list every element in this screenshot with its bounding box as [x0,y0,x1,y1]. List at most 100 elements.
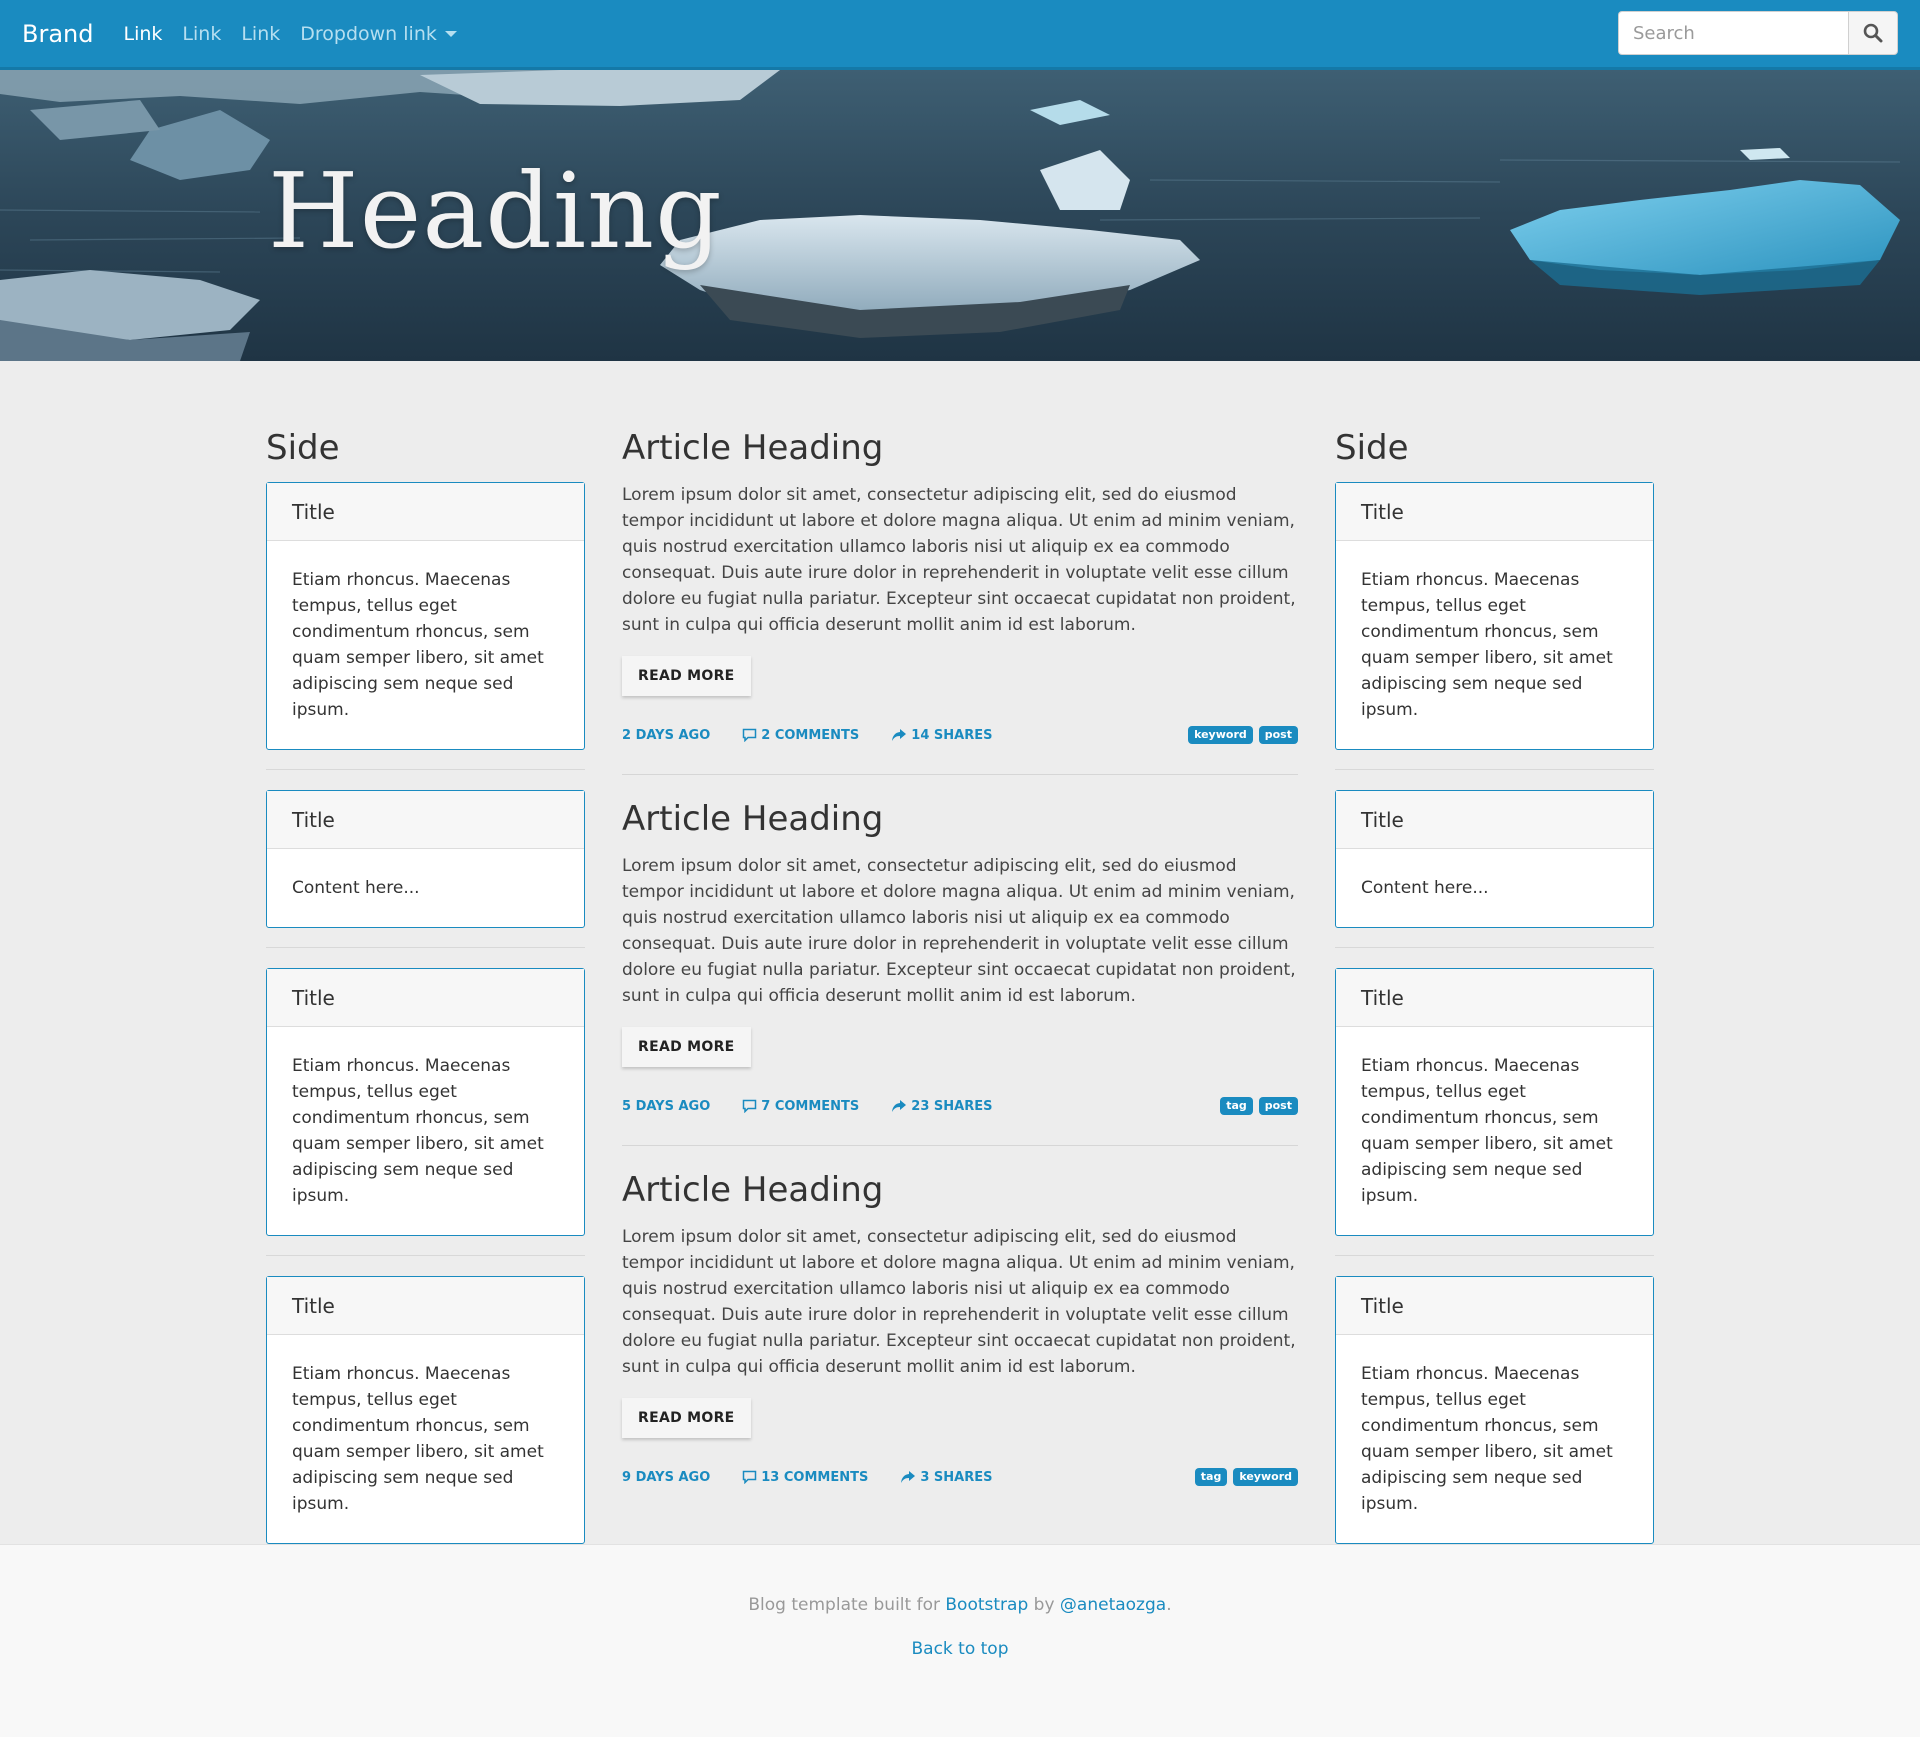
divider [622,774,1298,775]
sidebar-card: Title Content here... [266,790,585,928]
caret-down-icon [444,31,457,37]
card-body: Etiam rhoncus. Maecenas tempus, tellus e… [1361,1056,1613,1206]
article: Article Heading Lorem ipsum dolor sit am… [622,428,1298,760]
divider [266,947,585,948]
tag-badge[interactable]: tag [1194,1468,1228,1486]
card-title: Title [1336,791,1653,849]
shares-link[interactable]: 14 SHARES [891,728,992,743]
comments-link[interactable]: 13 COMMENTS [742,1470,868,1485]
sidebar-card: Title Etiam rhoncus. Maecenas tempus, te… [266,482,585,750]
sidebar-card: Title Etiam rhoncus. Maecenas tempus, te… [1335,482,1654,750]
back-to-top: Back to top [0,1639,1920,1659]
search-form [1618,11,1898,55]
card-body: Content here... [292,878,420,898]
tag-list: keyword post [1182,726,1298,744]
comments-count: 7 COMMENTS [761,1098,860,1114]
card-body: Content here... [1361,878,1489,898]
card-title: Title [267,1277,584,1335]
comments-count: 2 COMMENTS [761,727,860,743]
bootstrap-link[interactable]: Bootstrap [945,1595,1028,1615]
tag-list: tag post [1214,1097,1298,1115]
card-title: Title [1336,969,1653,1027]
article-heading[interactable]: Article Heading [622,799,1298,841]
footer: Blog template built for Bootstrap by @an… [0,1544,1920,1737]
footer-credits: Blog template built for Bootstrap by @an… [0,1595,1920,1615]
share-icon [892,729,907,741]
comment-icon [743,1099,757,1113]
share-icon [901,1471,916,1483]
search-icon [1863,23,1883,43]
divider [1335,947,1654,948]
comment-icon [743,728,757,742]
shares-link[interactable]: 3 SHARES [900,1470,992,1485]
search-button[interactable] [1848,11,1898,55]
left-sidebar: Side Title Etiam rhoncus. Maecenas tempu… [266,428,585,1564]
article-text: Lorem ipsum dolor sit amet, consectetur … [622,856,1296,1006]
right-sidebar: Side Title Etiam rhoncus. Maecenas tempu… [1335,428,1654,1564]
divider [1335,1255,1654,1256]
article-meta: 5 DAYS AGO 7 COMMENTS 23 SHARES tag post [622,1091,1298,1121]
tag-badge[interactable]: keyword [1188,726,1253,744]
comments-count: 13 COMMENTS [761,1469,869,1485]
article-date[interactable]: 5 DAYS AGO [622,1099,710,1114]
nav-link-2[interactable]: Link [182,23,221,45]
shares-count: 3 SHARES [920,1469,993,1485]
footer-text: Blog template built for [748,1595,946,1615]
hero-banner: Heading [0,70,1920,361]
divider [622,1145,1298,1146]
divider [266,1255,585,1256]
read-more-button[interactable]: READ MORE [622,1398,751,1438]
back-to-top-link[interactable]: Back to top [911,1639,1008,1659]
card-title: Title [267,483,584,541]
article-text: Lorem ipsum dolor sit amet, consectetur … [622,1227,1296,1377]
navbar: Brand Link Link Link Dropdown link [0,0,1920,70]
comments-link[interactable]: 7 COMMENTS [742,1099,859,1114]
card-body: Etiam rhoncus. Maecenas tempus, tellus e… [292,570,544,720]
tag-badge[interactable]: tag [1220,1097,1253,1115]
card-title: Title [1336,1277,1653,1335]
sidebar-title: Side [1335,428,1409,468]
search-input[interactable] [1618,11,1848,55]
read-more-button[interactable]: READ MORE [622,656,751,696]
card-title: Title [267,969,584,1027]
nav-link-1[interactable]: Link [123,23,162,45]
footer-text: . [1166,1595,1172,1615]
article: Article Heading Lorem ipsum dolor sit am… [622,1170,1298,1502]
tag-badge[interactable]: keyword [1233,1468,1298,1486]
article-heading[interactable]: Article Heading [622,1170,1298,1212]
sidebar-card: Title Content here... [1335,790,1654,928]
card-body: Etiam rhoncus. Maecenas tempus, tellus e… [292,1364,544,1514]
card-title: Title [267,791,584,849]
tag-badge[interactable]: post [1258,726,1298,744]
nav-dropdown[interactable]: Dropdown link [300,23,457,45]
tag-badge[interactable]: post [1258,1097,1298,1115]
brand-link[interactable]: Brand [22,20,93,48]
nav-link-3[interactable]: Link [241,23,280,45]
article-date[interactable]: 2 DAYS AGO [622,728,710,743]
sidebar-card: Title Etiam rhoncus. Maecenas tempus, te… [1335,1276,1654,1544]
divider [1335,769,1654,770]
share-icon [892,1100,907,1112]
articles-column: Article Heading Lorem ipsum dolor sit am… [622,428,1298,1502]
hero-heading: Heading [268,150,723,272]
sidebar-title: Side [266,428,340,468]
card-body: Etiam rhoncus. Maecenas tempus, tellus e… [292,1056,544,1206]
article-text: Lorem ipsum dolor sit amet, consectetur … [622,485,1296,635]
read-more-button[interactable]: READ MORE [622,1027,751,1067]
comment-icon [743,1470,757,1484]
shares-count: 14 SHARES [911,727,993,743]
card-body: Etiam rhoncus. Maecenas tempus, tellus e… [1361,1364,1613,1514]
nav-dropdown-label: Dropdown link [300,22,437,45]
author-link[interactable]: @anetaozga [1060,1595,1166,1615]
article-date[interactable]: 9 DAYS AGO [622,1470,710,1485]
card-title: Title [1336,483,1653,541]
sidebar-card: Title Etiam rhoncus. Maecenas tempus, te… [266,1276,585,1544]
comments-link[interactable]: 2 COMMENTS [742,728,859,743]
shares-link[interactable]: 23 SHARES [891,1099,992,1114]
tag-list: tag keyword [1189,1468,1298,1486]
article-meta: 9 DAYS AGO 13 COMMENTS 3 SHARES tag keyw… [622,1462,1298,1492]
card-body: Etiam rhoncus. Maecenas tempus, tellus e… [1361,570,1613,720]
article-heading[interactable]: Article Heading [622,428,1298,470]
shares-count: 23 SHARES [911,1098,993,1114]
footer-text: by [1028,1595,1060,1615]
